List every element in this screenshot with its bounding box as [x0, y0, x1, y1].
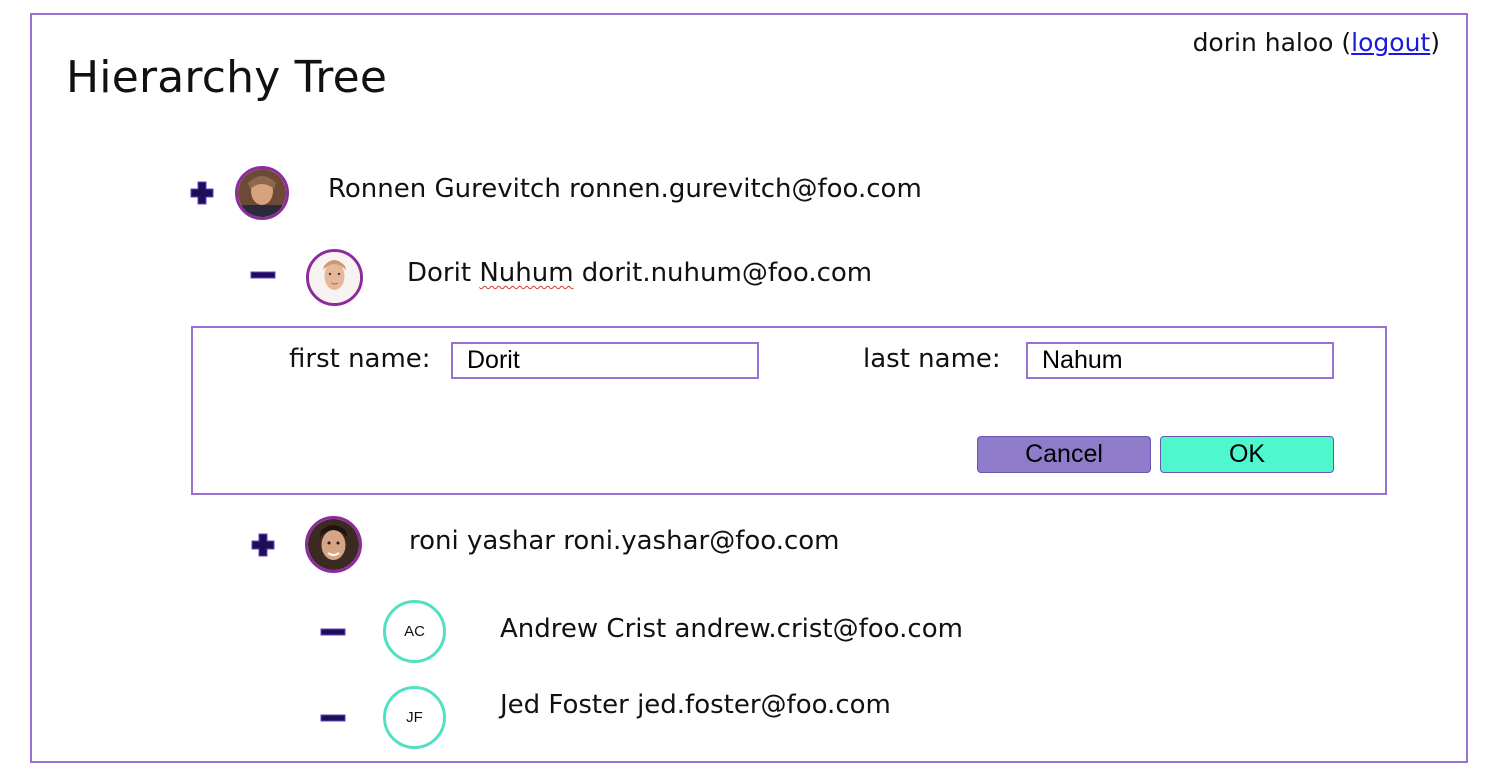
last-name-label: last name:	[863, 344, 1001, 374]
logout-link[interactable]: logout	[1351, 28, 1430, 57]
tree-node-andrew[interactable]: Andrew Crist andrew.crist@foo.com	[500, 614, 963, 644]
node-name: roni yashar	[409, 526, 555, 556]
collapse-minus-icon[interactable]	[320, 619, 346, 645]
expand-plus-icon[interactable]	[189, 180, 215, 206]
node-name: Andrew Crist	[500, 614, 667, 644]
node-last-name: Nuhum	[479, 258, 574, 288]
person-photo-icon	[308, 519, 359, 570]
person-photo-icon	[238, 169, 286, 217]
avatar-initials-jf: JF	[383, 686, 446, 749]
cancel-button[interactable]: Cancel	[977, 436, 1151, 473]
node-email: andrew.crist@foo.com	[674, 614, 963, 644]
node-email: ronnen.gurevitch@foo.com	[569, 174, 922, 204]
collapse-minus-icon[interactable]	[250, 262, 276, 288]
page-title: Hierarchy Tree	[66, 52, 388, 103]
node-first-name: Dorit	[407, 258, 472, 288]
person-photo-icon	[309, 252, 360, 303]
avatar-initials-ac: AC	[383, 600, 446, 663]
expand-plus-icon[interactable]	[250, 532, 276, 558]
node-email: jed.foster@foo.com	[637, 690, 891, 720]
node-email: dorit.nuhum@foo.com	[581, 258, 873, 288]
node-name: Jed Foster	[500, 690, 629, 720]
logout-paren-open: (	[1341, 28, 1352, 57]
tree-node-jed[interactable]: Jed Foster jed.foster@foo.com	[500, 690, 891, 720]
last-name-input[interactable]	[1026, 342, 1334, 379]
tree-node-ronnen[interactable]: Ronnen Gurevitch ronnen.gurevitch@foo.co…	[328, 174, 922, 204]
edit-user-form: first name: last name: Cancel OK	[191, 326, 1387, 495]
logout-paren-close: )	[1430, 28, 1440, 57]
node-email: roni.yashar@foo.com	[563, 526, 840, 556]
user-bar: dorin haloo (logout)	[1193, 28, 1440, 57]
avatar-dorit	[306, 249, 363, 306]
current-user-name: dorin haloo	[1192, 28, 1334, 57]
node-name: Ronnen Gurevitch	[328, 174, 561, 204]
tree-node-dorit[interactable]: Dorit Nuhum dorit.nuhum@foo.com	[407, 258, 872, 288]
collapse-minus-icon[interactable]	[320, 705, 346, 731]
ok-button[interactable]: OK	[1160, 436, 1334, 473]
avatar-roni	[305, 516, 362, 573]
tree-node-roni[interactable]: roni yashar roni.yashar@foo.com	[409, 526, 840, 556]
avatar-ronnen	[235, 166, 289, 220]
first-name-input[interactable]	[451, 342, 759, 379]
first-name-label: first name:	[289, 344, 431, 374]
